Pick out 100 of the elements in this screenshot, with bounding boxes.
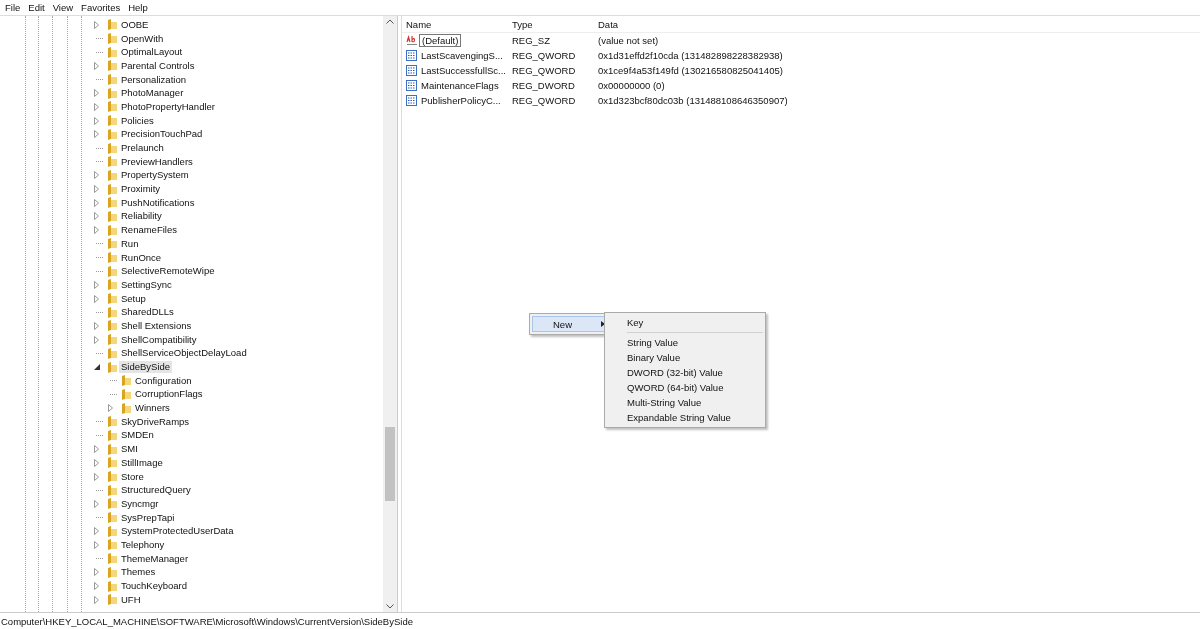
tree-item[interactable]: Shell Extensions (119, 319, 194, 332)
tree-item[interactable]: Prelaunch (119, 142, 166, 155)
tree-item[interactable]: Telephony (119, 538, 167, 551)
tree-item[interactable]: SideBySide (119, 361, 173, 374)
menu-item[interactable]: DWORD (32-bit) Value (605, 365, 765, 380)
value-name[interactable]: LastSuccessfullSc... (418, 64, 509, 77)
scroll-down-icon[interactable] (386, 604, 394, 609)
tree-item[interactable]: PrecisionTouchPad (119, 128, 205, 141)
tree-item[interactable]: ThemeManager (119, 552, 191, 565)
tree-item[interactable]: Parental Controls (119, 59, 197, 72)
value-name[interactable]: MaintenanceFlags (418, 79, 502, 92)
tree-item[interactable]: ShellServiceObjectDelayLoad (119, 347, 249, 360)
tree-item[interactable]: TouchKeyboard (119, 580, 190, 593)
menu-item[interactable]: View (51, 2, 78, 13)
tree-item[interactable]: RunOnce (119, 251, 164, 264)
tree-item[interactable]: Themes (119, 566, 158, 579)
tree-item[interactable]: PropertySystem (119, 169, 191, 182)
expand-arrow-icon[interactable] (94, 582, 99, 591)
tree-item[interactable]: SharedDLLs (119, 306, 176, 319)
expand-arrow-icon[interactable] (94, 89, 99, 98)
expand-arrow-icon[interactable] (94, 335, 99, 344)
menu-item[interactable]: Multi-String Value (605, 395, 765, 410)
tree-item[interactable]: ShellCompatibility (119, 333, 199, 346)
expand-arrow-icon[interactable] (94, 171, 99, 180)
value-name[interactable]: (Default) (419, 34, 462, 47)
expand-arrow-icon[interactable] (94, 102, 99, 111)
folder-icon (106, 553, 117, 565)
expand-arrow-icon[interactable] (94, 568, 99, 577)
tree-item[interactable]: PhotoManager (119, 87, 186, 100)
expand-arrow-icon[interactable] (94, 185, 99, 194)
expand-arrow-icon[interactable] (94, 61, 99, 70)
tree-item[interactable]: UFH (119, 593, 143, 606)
menu-item[interactable]: String Value (605, 335, 765, 350)
tree-item[interactable]: Run (119, 237, 141, 250)
tree-item[interactable]: OOBE (119, 18, 151, 31)
expand-arrow-icon[interactable] (94, 20, 99, 29)
expand-arrow-icon[interactable] (94, 198, 99, 207)
tree-item[interactable]: SysPrepTapi (119, 511, 177, 524)
folder-icon (106, 101, 117, 113)
folder-icon (106, 252, 117, 264)
expand-arrow-icon[interactable] (94, 130, 99, 139)
expand-arrow-icon[interactable] (94, 472, 99, 481)
tree-item[interactable]: StructuredQuery (119, 484, 193, 497)
column-header[interactable]: Type (508, 18, 594, 30)
tree-item[interactable]: Store (119, 470, 146, 483)
tree-item[interactable]: Proximity (119, 183, 163, 196)
collapse-arrow-icon[interactable] (94, 364, 100, 371)
tree-item[interactable]: StillImage (119, 456, 165, 469)
value-data: 0x1d323bcf80dc03b (131488108646350907) (597, 95, 789, 106)
expand-arrow-icon[interactable] (94, 212, 99, 221)
scrollbar[interactable] (383, 16, 397, 612)
tree-item[interactable]: SettingSync (119, 278, 174, 291)
tree-item[interactable]: PhotoPropertyHandler (119, 100, 217, 113)
tree-item[interactable]: Policies (119, 114, 156, 127)
menu-item[interactable]: Expandable String Value (605, 410, 765, 425)
scroll-up-icon[interactable] (386, 19, 394, 24)
expand-arrow-icon[interactable] (94, 116, 99, 125)
tree-item[interactable]: SystemProtectedUserData (119, 525, 236, 538)
expand-arrow-icon[interactable] (94, 595, 99, 604)
expand-arrow-icon[interactable] (94, 527, 99, 536)
menu-item[interactable]: Favorites (80, 2, 125, 13)
folder-icon (106, 87, 117, 99)
menu-item[interactable]: Binary Value (605, 350, 765, 365)
tree-item[interactable]: CorruptionFlags (133, 388, 205, 401)
menu-item[interactable]: QWORD (64-bit) Value (605, 380, 765, 395)
tree-item[interactable]: Winners (133, 402, 172, 415)
folder-icon (106, 19, 117, 31)
expand-arrow-icon[interactable] (94, 280, 99, 289)
tree-item[interactable]: OpenWith (119, 32, 166, 45)
tree-item[interactable]: Configuration (133, 374, 194, 387)
menu-item[interactable]: Help (127, 2, 152, 13)
tree-item[interactable]: PreviewHandlers (119, 155, 195, 168)
tree-item[interactable]: PushNotifications (119, 196, 197, 209)
scroll-thumb[interactable] (385, 427, 395, 501)
column-header[interactable]: Name (402, 18, 508, 30)
menu-item[interactable]: File (4, 2, 25, 13)
menu-item[interactable]: Edit (27, 2, 49, 13)
column-header[interactable]: Data (594, 18, 894, 30)
tree-item[interactable]: SkyDriveRamps (119, 415, 192, 428)
folder-icon (106, 443, 117, 455)
tree-item[interactable]: RenameFiles (119, 224, 179, 237)
tree-item[interactable]: Reliability (119, 210, 164, 223)
value-name[interactable]: PublisherPolicyC... (418, 94, 504, 107)
tree-item[interactable]: SMDEn (119, 429, 156, 442)
tree-item[interactable]: Personalization (119, 73, 188, 86)
expand-arrow-icon[interactable] (94, 321, 99, 330)
expand-arrow-icon[interactable] (94, 445, 99, 454)
expand-arrow-icon[interactable] (94, 294, 99, 303)
tree-item[interactable]: Syncmgr (119, 497, 161, 510)
expand-arrow-icon[interactable] (94, 499, 99, 508)
expand-arrow-icon[interactable] (94, 226, 99, 235)
folder-icon (106, 224, 117, 236)
tree-item[interactable]: SMI (119, 443, 140, 456)
expand-arrow-icon[interactable] (94, 458, 99, 467)
tree-item[interactable]: Setup (119, 292, 148, 305)
value-name[interactable]: LastScavengingS... (418, 49, 506, 62)
expand-arrow-icon[interactable] (108, 404, 113, 413)
tree-item[interactable]: OptimalLayout (119, 46, 185, 59)
tree-item[interactable]: SelectiveRemoteWipe (119, 265, 217, 278)
expand-arrow-icon[interactable] (94, 540, 99, 549)
